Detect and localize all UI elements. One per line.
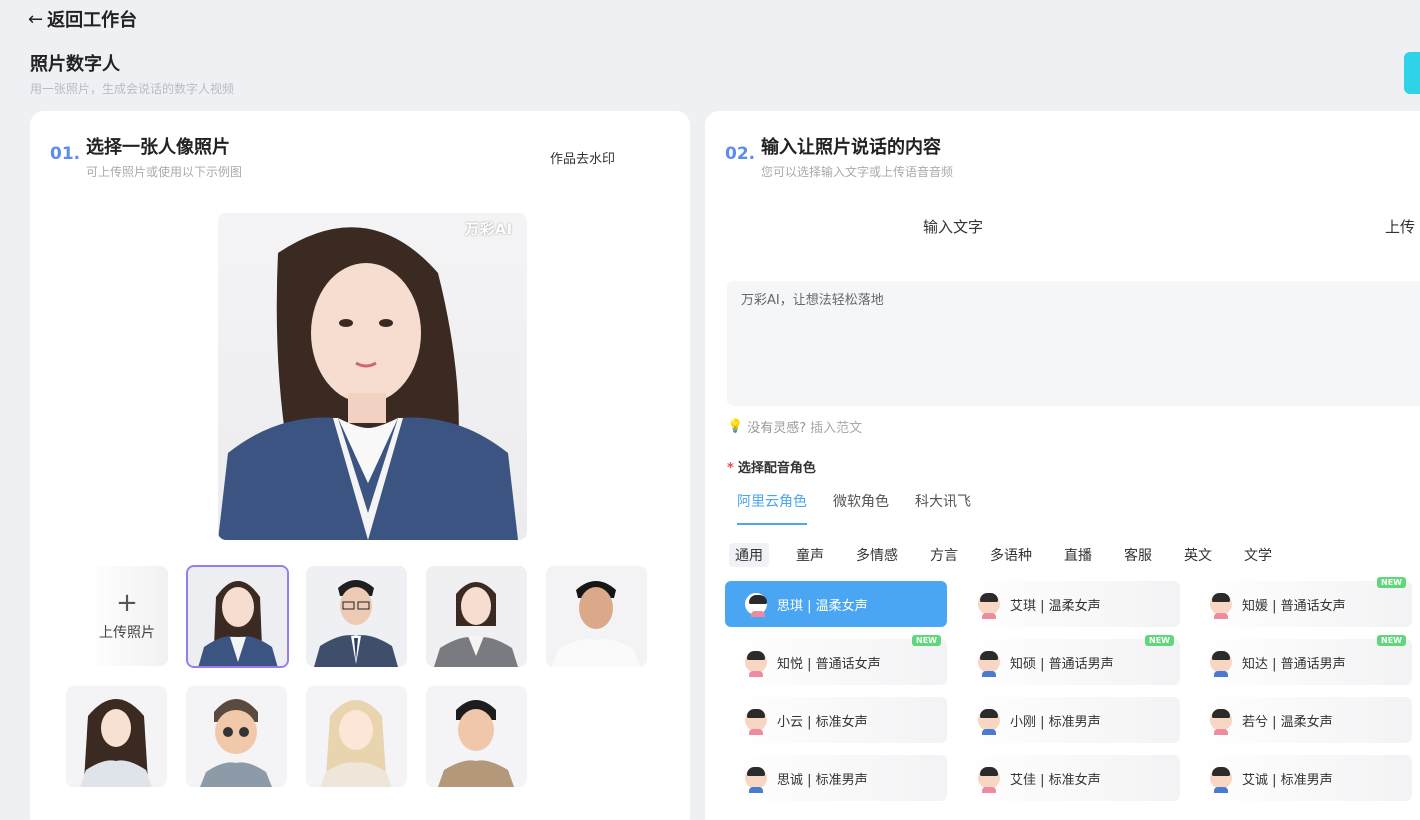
step-title: 输入让照片说话的内容 (761, 137, 941, 158)
category-english[interactable]: 英文 (1184, 543, 1212, 567)
voice-label: 思琪 | 温柔女声 (777, 598, 868, 614)
voice-avatar-icon (1210, 593, 1232, 619)
voice-avatar-icon (978, 709, 1000, 735)
tab-input-text[interactable]: 输入文字 (923, 216, 983, 237)
voice-avatar-icon (1210, 651, 1232, 677)
content-input-card: 02. 输入让照片说话的内容 您可以选择输入文字或上传语音音频 输入文字 上传 … (705, 111, 1420, 820)
voice-label: 知硕 | 普通话男声 (1010, 656, 1114, 672)
tab-microsoft[interactable]: 微软角色 (833, 491, 889, 523)
category-literature[interactable]: 文学 (1244, 543, 1272, 567)
tab-aliyun[interactable]: 阿里云角色 (737, 491, 807, 525)
step-number: 02. (725, 144, 756, 164)
category-dialect[interactable]: 方言 (930, 543, 958, 567)
voice-avatar-icon (745, 593, 767, 617)
category-child[interactable]: 童声 (796, 543, 824, 567)
voice-label: 艾琪 | 温柔女声 (1010, 598, 1101, 614)
step-title: 选择一张人像照片 (86, 137, 230, 158)
voice-option[interactable]: 思诚 | 标准男声 (725, 755, 947, 801)
voice-avatar-icon (1210, 767, 1232, 793)
step-subtitle: 您可以选择输入文字或上传语音音频 (761, 165, 954, 179)
sample-portrait-7[interactable] (306, 686, 407, 787)
voice-avatar-icon (978, 593, 1000, 619)
voice-avatar-icon (978, 767, 1000, 793)
required-asterisk: * (727, 461, 734, 476)
category-service[interactable]: 客服 (1124, 543, 1152, 567)
step-subtitle: 可上传照片或使用以下示例图 (86, 165, 243, 179)
voice-label: 小云 | 标准女声 (777, 714, 868, 730)
category-emotional[interactable]: 多情感 (856, 543, 898, 567)
voice-option[interactable]: 小刚 | 标准男声 (958, 697, 1180, 743)
upload-photo-button[interactable]: + 上传照片 (86, 566, 168, 666)
voice-label: 艾佳 | 标准女声 (1010, 772, 1101, 788)
new-badge: NEW (912, 635, 941, 646)
generate-button[interactable] (1404, 52, 1420, 94)
voice-option[interactable]: 小云 | 标准女声 (725, 697, 947, 743)
voice-avatar-icon (978, 651, 1000, 677)
new-badge: NEW (1145, 635, 1174, 646)
sample-portrait-4[interactable] (546, 566, 647, 667)
sample-portrait-2[interactable] (306, 566, 407, 667)
brand-watermark: 万彩AI (464, 222, 513, 238)
back-to-workbench-link[interactable]: ← 返回工作台 (28, 6, 137, 32)
category-general[interactable]: 通用 (729, 543, 769, 567)
selected-portrait-preview: 万彩AI (218, 213, 527, 540)
voice-role-label-text: 选择配音角色 (737, 461, 816, 476)
category-multilingual[interactable]: 多语种 (990, 543, 1032, 567)
voice-option[interactable]: 艾诚 | 标准男声 (1190, 755, 1412, 801)
remove-watermark-link[interactable]: 作品去水印 (550, 148, 615, 167)
portrait-image (218, 227, 518, 540)
new-badge: NEW (1377, 577, 1406, 588)
voice-label: 思诚 | 标准男声 (777, 772, 868, 788)
tab-iflytek[interactable]: 科大讯飞 (915, 491, 971, 523)
voice-label: 知达 | 普通话男声 (1242, 656, 1346, 672)
voice-avatar-icon (1210, 709, 1232, 735)
inspiration-hint: 💡 没有灵感? 插入范文 (727, 417, 862, 436)
voice-label: 知媛 | 普通话女声 (1242, 598, 1346, 614)
voice-label: 若兮 | 温柔女声 (1242, 714, 1333, 730)
arrow-left-icon: ← (28, 8, 44, 30)
new-badge: NEW (1377, 635, 1406, 646)
voice-option[interactable]: 知媛 | 普通话女声 NEW (1190, 577, 1412, 627)
plus-icon: + (116, 588, 138, 618)
voice-label: 知悦 | 普通话女声 (777, 656, 881, 672)
page-title: 照片数字人 (30, 54, 120, 75)
sample-portrait-6[interactable] (186, 686, 287, 787)
page-subtitle: 用一张照片，生成会说话的数字人视频 (30, 82, 235, 96)
voice-option[interactable]: 思琪 | 温柔女声 (725, 581, 947, 627)
back-label: 返回工作台 (47, 10, 138, 31)
sample-portrait-3[interactable] (426, 566, 527, 667)
sample-portrait-1[interactable] (186, 565, 289, 668)
step-number: 01. (50, 144, 81, 164)
voice-option[interactable]: 知悦 | 普通话女声 NEW (725, 635, 947, 685)
category-livestream[interactable]: 直播 (1064, 543, 1092, 567)
speech-text-input[interactable] (727, 281, 1420, 406)
insert-sample-link[interactable]: 插入范文 (810, 417, 862, 436)
lightbulb-icon: 💡 (727, 419, 744, 434)
voice-option[interactable]: 若兮 | 温柔女声 (1190, 697, 1412, 743)
voice-label: 小刚 | 标准男声 (1010, 714, 1101, 730)
tab-upload-audio[interactable]: 上传 (1385, 216, 1415, 237)
sample-portrait-8[interactable] (426, 686, 527, 787)
voice-option[interactable]: 艾琪 | 温柔女声 (958, 581, 1180, 627)
voice-option[interactable]: 知硕 | 普通话男声 NEW (958, 635, 1180, 685)
voice-avatar-icon (745, 709, 767, 735)
voice-avatar-icon (745, 767, 767, 793)
hint-text: 没有灵感? (747, 421, 807, 436)
voice-label: 艾诚 | 标准男声 (1242, 772, 1333, 788)
voice-option[interactable]: 知达 | 普通话男声 NEW (1190, 635, 1412, 685)
voice-option[interactable]: 艾佳 | 标准女声 (958, 755, 1180, 801)
upload-label: 上传照片 (99, 625, 155, 641)
photo-select-card: 01. 选择一张人像照片 可上传照片或使用以下示例图 作品去水印 万彩AI + … (30, 111, 690, 820)
voice-avatar-icon (745, 651, 767, 677)
sample-portrait-5[interactable] (66, 686, 167, 787)
voice-role-label: * 选择配音角色 (727, 457, 816, 476)
